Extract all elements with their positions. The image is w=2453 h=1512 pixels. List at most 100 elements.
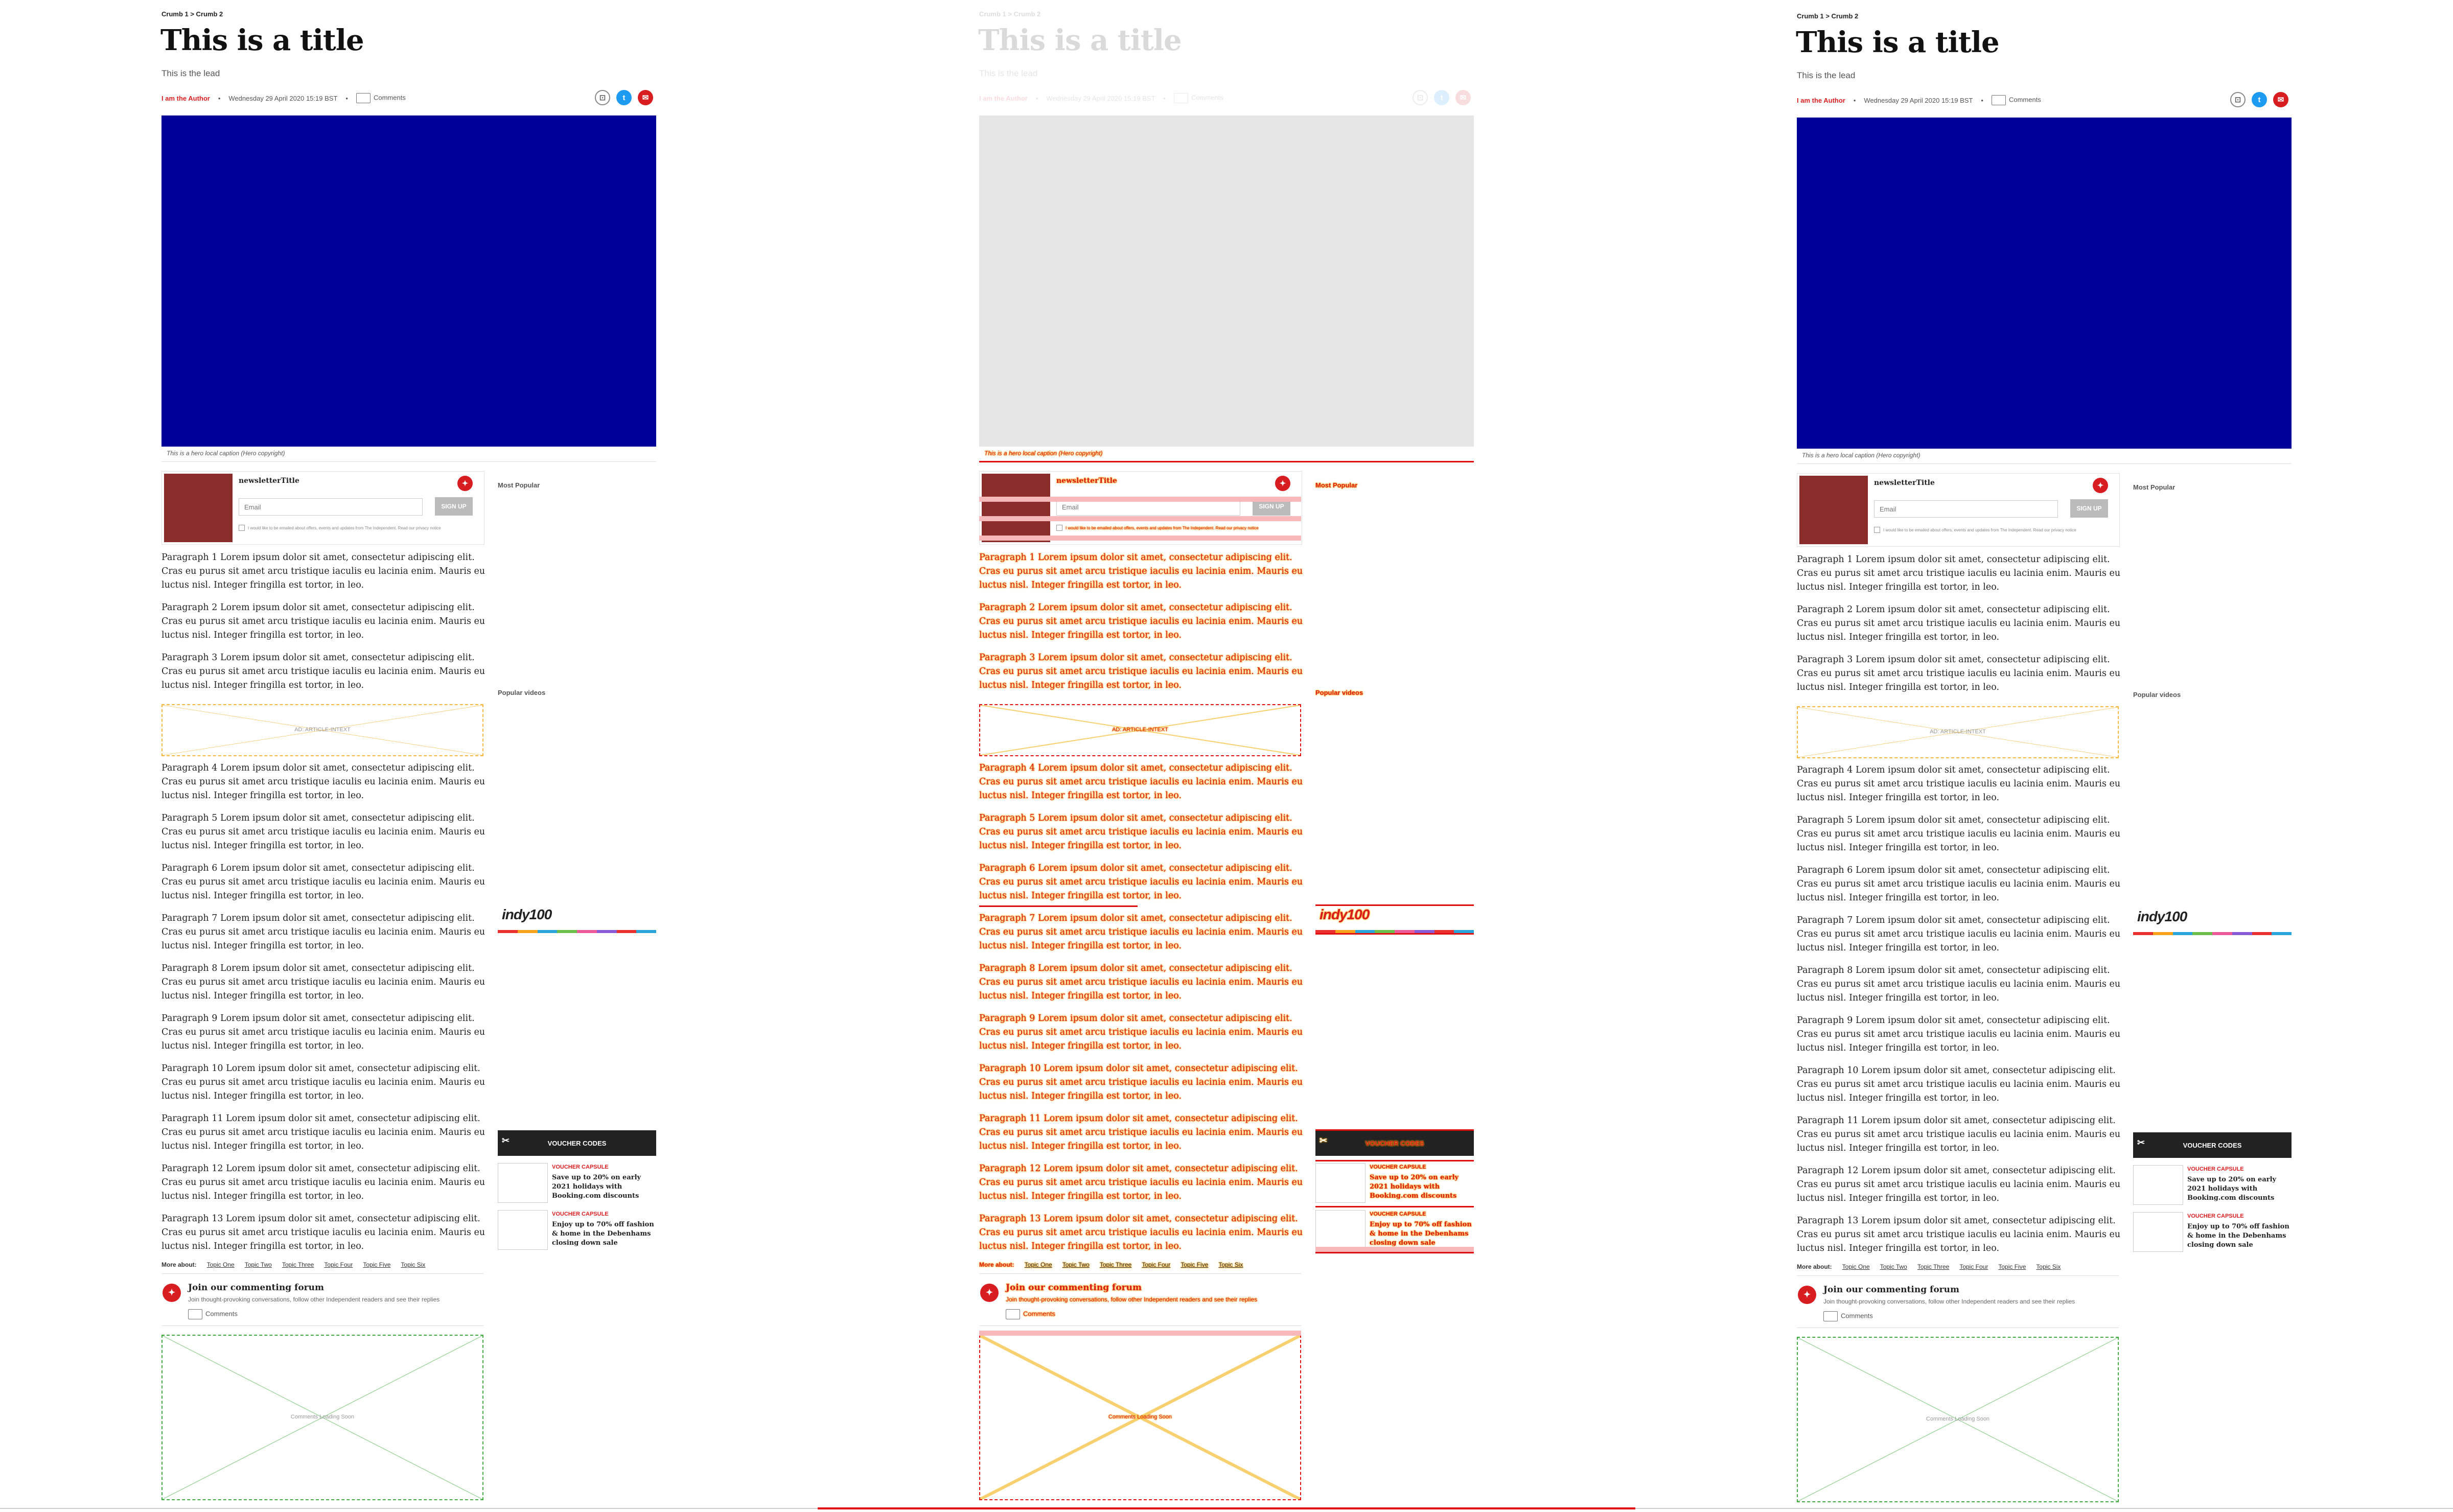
topic-link[interactable]: Topic One [207, 1261, 235, 1268]
voucher-codes-header[interactable]: ✂ VOUCHER CODES [498, 1130, 656, 1156]
twitter-icon[interactable]: t [616, 90, 632, 105]
share-buttons: ⊡ t ✉ [1413, 90, 1471, 105]
comments-placeholder: Comments Loading Soon [979, 1335, 1301, 1500]
consent-checkbox-row[interactable]: I would like to be emailed about offers,… [1874, 527, 2076, 533]
comments-link[interactable]: Comments [1173, 93, 1223, 103]
topic-link[interactable]: Topic Two [1880, 1263, 1907, 1270]
meta-separator: • [1163, 94, 1166, 102]
article-paragraph: Paragraph 3 Lorem ipsum dolor sit amet, … [1797, 655, 2121, 692]
voucher-title[interactable]: Enjoy up to 70% off fashion & home in th… [552, 1220, 654, 1248]
twitter-icon[interactable]: t [1434, 90, 1449, 105]
voucher-codes-header[interactable]: ✂ VOUCHER CODES [1315, 1130, 1474, 1156]
voucher-header-label: VOUCHER CODES [547, 1139, 607, 1147]
popular-videos-heading: Popular videos [2133, 691, 2181, 699]
email-icon[interactable]: ✉ [1455, 90, 1471, 105]
voucher-title[interactable]: Enjoy up to 70% off fashion & home in th… [1370, 1220, 1472, 1248]
indy100-color-segment [2212, 932, 2232, 935]
voucher-title[interactable]: Save up to 20% on early 2021 holidays wi… [1370, 1173, 1472, 1201]
article-paragraph: Paragraph 8 Lorem ipsum dolor sit amet, … [979, 963, 1303, 1001]
share-buttons: ⊡ t ✉ [595, 90, 653, 105]
article-paragraph: Paragraph 11 Lorem ipsum dolor sit amet,… [979, 1113, 1303, 1151]
independent-logo-icon: ✦ [2093, 478, 2108, 493]
forum-comments-link[interactable]: Comments [1823, 1311, 1873, 1321]
scissors-icon: ✂ [2137, 1137, 2145, 1148]
article-paragraph: Paragraph 2 Lorem ipsum dolor sit amet, … [1797, 604, 2121, 642]
signup-button[interactable]: SIGN UP [2070, 499, 2108, 518]
forum-divider [161, 1325, 483, 1326]
more-about-divider [1797, 1275, 2119, 1276]
topic-link[interactable]: Topic Two [245, 1261, 272, 1268]
comments-link[interactable]: Comments [356, 93, 406, 103]
caption-divider [161, 461, 656, 462]
article-paragraph: Paragraph 8 Lorem ipsum dolor sit amet, … [161, 963, 485, 1001]
hero-image [1797, 118, 2292, 449]
inline-ad-placeholder: AD: ARTICLE-INTEXT [161, 704, 483, 756]
comments-label: Comments [373, 94, 406, 102]
voucher-title[interactable]: Enjoy up to 70% off fashion & home in th… [2187, 1222, 2289, 1250]
topic-link[interactable]: Topic Three [1917, 1263, 1949, 1270]
consent-checkbox[interactable] [239, 525, 245, 531]
email-field[interactable] [239, 498, 423, 516]
debug-outline [1315, 933, 1474, 935]
email-icon[interactable]: ✉ [2273, 92, 2288, 107]
topic-link[interactable]: Topic Five [1998, 1263, 2026, 1270]
forum-comments-link[interactable]: Comments [188, 1309, 238, 1319]
topic-link[interactable]: Topic Six [401, 1261, 425, 1268]
topic-link[interactable]: Topic Five [1181, 1261, 1208, 1268]
article-paragraph: Paragraph 6 Lorem ipsum dolor sit amet, … [979, 863, 1303, 901]
breadcrumb[interactable]: Crumb 1 > Crumb 2 [161, 10, 223, 18]
topic-link[interactable]: Topic Four [324, 1261, 353, 1268]
article-paragraph: Paragraph 11 Lorem ipsum dolor sit amet,… [1797, 1115, 2121, 1153]
indy100-widget[interactable]: indy100 [498, 903, 656, 933]
bookmark-icon[interactable]: ⊡ [1413, 90, 1428, 105]
topic-link[interactable]: Topic Four [1142, 1261, 1170, 1268]
voucher-codes-header[interactable]: ✂ VOUCHER CODES [2133, 1132, 2292, 1158]
topic-link[interactable]: Topic Six [2036, 1263, 2061, 1270]
voucher-title[interactable]: Save up to 20% on early 2021 holidays wi… [2187, 1175, 2289, 1203]
author-link[interactable]: I am the Author [979, 95, 1028, 102]
email-field[interactable] [1874, 500, 2058, 518]
bookmark-icon[interactable]: ⊡ [2230, 92, 2246, 107]
twitter-icon[interactable]: t [2252, 92, 2267, 107]
inline-ad-label: AD: ARTICLE-INTEXT [294, 727, 351, 733]
topic-link[interactable]: Topic Five [363, 1261, 390, 1268]
email-icon[interactable]: ✉ [638, 90, 653, 105]
indy100-color-segment [2153, 932, 2173, 935]
author-link[interactable]: I am the Author [161, 95, 210, 102]
forum-title: Join our commenting forum [1006, 1283, 1142, 1293]
newsletter-title: newsletterTitle [1056, 477, 1117, 485]
consent-checkbox[interactable] [1056, 525, 1062, 531]
author-link[interactable]: I am the Author [1797, 97, 1845, 104]
topic-link[interactable]: Topic Three [282, 1261, 314, 1268]
independent-logo-icon: ✦ [1275, 476, 1290, 491]
forum-title: Join our commenting forum [188, 1283, 324, 1293]
indy100-color-bar [2133, 932, 2292, 935]
voucher-title[interactable]: Save up to 20% on early 2021 holidays wi… [552, 1173, 654, 1201]
breadcrumb[interactable]: Crumb 1 > Crumb 2 [979, 10, 1040, 18]
breadcrumb[interactable]: Crumb 1 > Crumb 2 [1797, 12, 1858, 20]
forum-comments-link[interactable]: Comments [1006, 1309, 1055, 1319]
indy100-widget[interactable]: indy100 [1315, 903, 1474, 933]
bookmark-icon[interactable]: ⊡ [595, 90, 610, 105]
comments-link[interactable]: Comments [1991, 95, 2041, 105]
topic-link[interactable]: Topic Two [1062, 1261, 1090, 1268]
signup-button[interactable]: SIGN UP [435, 497, 473, 516]
debug-highlight [979, 1331, 1301, 1336]
share-buttons: ⊡ t ✉ [2230, 92, 2288, 107]
debug-outline [1315, 1129, 1474, 1131]
consent-checkbox[interactable] [1874, 527, 1880, 533]
topic-link[interactable]: Topic Three [1100, 1261, 1131, 1268]
indy100-widget[interactable]: indy100 [2133, 905, 2292, 935]
topic-link[interactable]: Topic One [1842, 1263, 1870, 1270]
consent-checkbox-row[interactable]: I would like to be emailed about offers,… [239, 525, 441, 531]
more-about-topics: More about: Topic One Topic Two Topic Th… [1797, 1263, 2061, 1270]
article-paragraph: Paragraph 3 Lorem ipsum dolor sit amet, … [161, 653, 485, 690]
topic-link[interactable]: Topic One [1025, 1261, 1052, 1268]
topic-link[interactable]: Topic Six [1218, 1261, 1243, 1268]
forum-comments-label: Comments [1841, 1312, 1873, 1320]
more-about-label: More about: [161, 1261, 197, 1268]
consent-checkbox-row[interactable]: I would like to be emailed about offers,… [1056, 525, 1259, 531]
indy100-color-segment [2232, 932, 2252, 935]
topic-link[interactable]: Topic Four [1959, 1263, 1988, 1270]
comments-placeholder-label: Comments Loading Soon [290, 1414, 355, 1420]
